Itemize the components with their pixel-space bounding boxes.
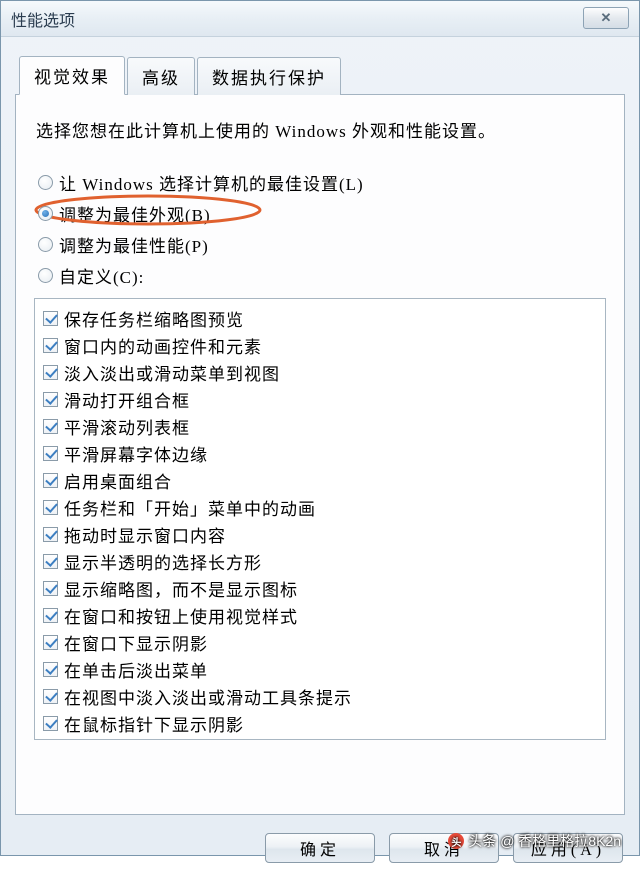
checkbox-icon xyxy=(43,581,58,596)
ok-button[interactable]: 确定 xyxy=(265,833,375,863)
check-item[interactable]: 保存任务栏缩略图预览 xyxy=(41,305,599,332)
titlebar[interactable]: 性能选项 ✕ xyxy=(1,1,639,37)
tab-dep[interactable]: 数据执行保护 xyxy=(197,57,341,95)
check-item[interactable]: 显示半透明的选择长方形 xyxy=(41,548,599,575)
check-item[interactable]: 在窗口下显示阴影 xyxy=(41,629,599,656)
radio-icon xyxy=(38,206,53,221)
panel-description: 选择您想在此计算机上使用的 Windows 外观和性能设置。 xyxy=(36,117,604,142)
check-item[interactable]: 启用桌面组合 xyxy=(41,467,599,494)
client-area: 视觉效果 高级 数据执行保护 选择您想在此计算机上使用的 Windows 外观和… xyxy=(1,37,639,823)
checkbox-icon xyxy=(43,527,58,542)
check-item[interactable]: 在鼠标指针下显示阴影 xyxy=(41,710,599,737)
checkbox-icon xyxy=(43,689,58,704)
checkbox-icon xyxy=(43,419,58,434)
check-item[interactable]: 显示缩略图，而不是显示图标 xyxy=(41,575,599,602)
check-item[interactable]: 任务栏和「开始」菜单中的动画 xyxy=(41,494,599,521)
visual-effects-checklist[interactable]: 保存任务栏缩略图预览 窗口内的动画控件和元素 淡入淡出或滑动菜单到视图 滑动打开… xyxy=(34,298,606,740)
checkbox-icon xyxy=(43,716,58,731)
check-item[interactable]: 平滑滚动列表框 xyxy=(41,413,599,440)
check-item[interactable]: 窗口内的动画控件和元素 xyxy=(41,332,599,359)
radio-best-performance[interactable]: 调整为最佳性能(P) xyxy=(38,232,606,257)
checkbox-icon xyxy=(43,635,58,650)
radio-custom[interactable]: 自定义(C): xyxy=(38,263,606,288)
apply-button[interactable]: 应用(A) xyxy=(513,833,623,863)
close-button[interactable]: ✕ xyxy=(583,7,629,29)
radio-icon xyxy=(38,268,53,283)
tab-visual-effects[interactable]: 视觉效果 xyxy=(19,56,125,95)
cancel-button[interactable]: 取消 xyxy=(389,833,499,863)
checkbox-icon xyxy=(43,554,58,569)
radio-label: 调整为最佳性能(P) xyxy=(59,232,209,257)
visual-effects-panel: 选择您想在此计算机上使用的 Windows 外观和性能设置。 让 Windows… xyxy=(15,95,625,815)
radio-group: 让 Windows 选择计算机的最佳设置(L) 调整为最佳外观(B) 调整为最佳… xyxy=(34,170,606,288)
performance-options-window: 性能选项 ✕ 视觉效果 高级 数据执行保护 选择您想在此计算机上使用的 Wind… xyxy=(0,0,640,856)
tab-advanced[interactable]: 高级 xyxy=(127,57,195,95)
tab-strip: 视觉效果 高级 数据执行保护 xyxy=(15,55,625,95)
check-item[interactable]: 平滑屏幕字体边缘 xyxy=(41,440,599,467)
checkbox-icon xyxy=(43,446,58,461)
check-item[interactable]: 在单击后淡出菜单 xyxy=(41,656,599,683)
checkbox-icon xyxy=(43,608,58,623)
window-title: 性能选项 xyxy=(11,7,75,31)
radio-label: 让 Windows 选择计算机的最佳设置(L) xyxy=(59,170,364,195)
radio-label: 自定义(C): xyxy=(59,263,144,288)
check-item[interactable]: 淡入淡出或滑动菜单到视图 xyxy=(41,359,599,386)
check-item[interactable]: 在视图中淡入淡出或滑动工具条提示 xyxy=(41,683,599,710)
radio-label: 调整为最佳外观(B) xyxy=(59,201,211,226)
checkbox-icon xyxy=(43,500,58,515)
check-item[interactable]: 在桌面上为图标标签使用阴影 xyxy=(41,737,599,740)
radio-icon xyxy=(38,237,53,252)
check-item[interactable]: 滑动打开组合框 xyxy=(41,386,599,413)
check-item[interactable]: 拖动时显示窗口内容 xyxy=(41,521,599,548)
checkbox-icon xyxy=(43,311,58,326)
radio-icon xyxy=(38,175,53,190)
checkbox-icon xyxy=(43,365,58,380)
checkbox-icon xyxy=(43,662,58,677)
radio-best-appearance[interactable]: 调整为最佳外观(B) xyxy=(38,201,606,226)
radio-let-windows-choose[interactable]: 让 Windows 选择计算机的最佳设置(L) xyxy=(38,170,606,195)
checkbox-icon xyxy=(43,338,58,353)
dialog-buttons: 确定 取消 应用(A) xyxy=(1,823,639,875)
checkbox-icon xyxy=(43,392,58,407)
checkbox-icon xyxy=(43,473,58,488)
close-icon: ✕ xyxy=(601,10,612,26)
check-item[interactable]: 在窗口和按钮上使用视觉样式 xyxy=(41,602,599,629)
